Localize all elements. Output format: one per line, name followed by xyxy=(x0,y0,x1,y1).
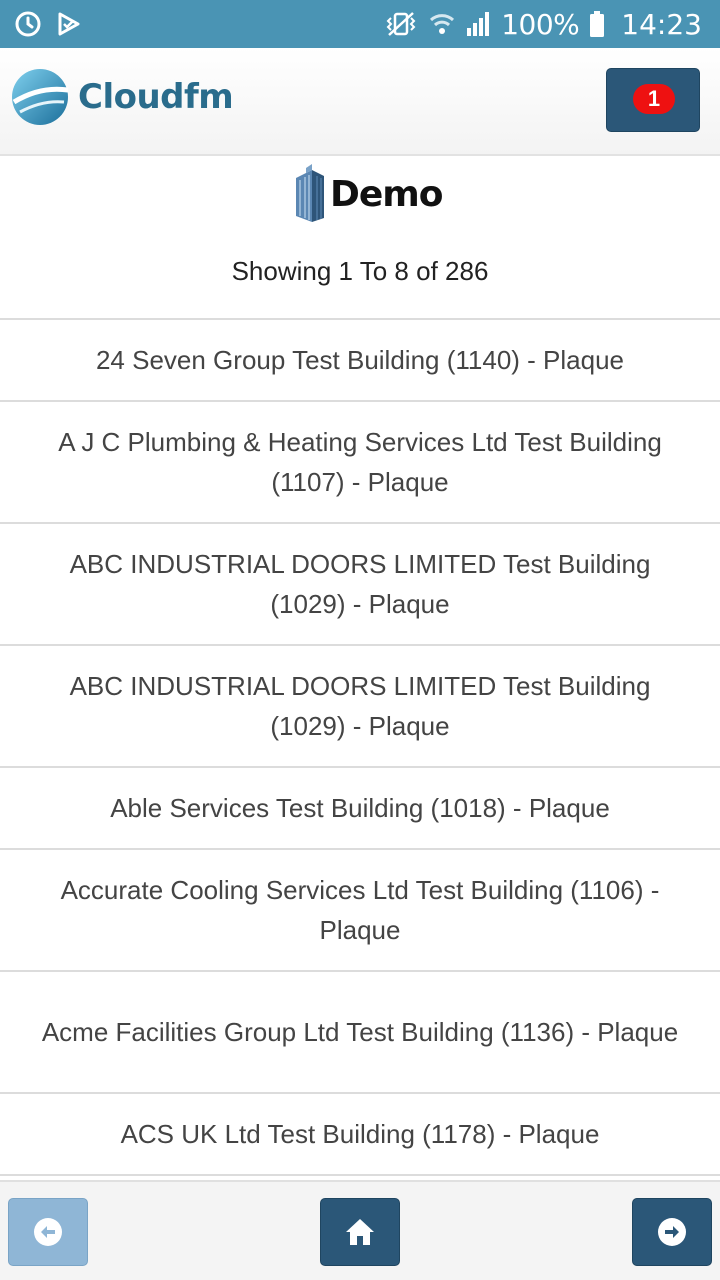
arrow-left-circle-icon xyxy=(34,1218,62,1246)
building-icon xyxy=(296,164,324,222)
app-header: Cloudfm 1 xyxy=(0,48,720,156)
home-button[interactable] xyxy=(320,1198,400,1266)
list-item[interactable]: Accurate Cooling Services Ltd Test Build… xyxy=(0,850,720,972)
home-icon xyxy=(346,1219,374,1245)
list-item[interactable]: ACS UK Ltd Test Building (1178) - Plaque xyxy=(0,1094,720,1176)
arrow-right-circle-icon xyxy=(658,1218,686,1246)
pagination-summary: Showing 1 To 8 of 286 xyxy=(231,256,489,286)
bottom-navigation xyxy=(0,1180,720,1280)
organisation-brand: Demo xyxy=(292,164,444,224)
next-page-button[interactable] xyxy=(632,1198,712,1266)
list-item[interactable]: A J C Plumbing & Heating Services Ltd Te… xyxy=(0,402,720,524)
cloud-globe-icon xyxy=(12,69,69,125)
list-item[interactable]: Acme Facilities Group Ltd Test Building … xyxy=(0,972,720,1094)
list-item[interactable]: ABC INDUSTRIAL DOORS LIMITED Test Buildi… xyxy=(0,524,720,646)
organisation-header: Demo Showing 1 To 8 of 286 xyxy=(0,156,720,320)
list-item[interactable]: ABC INDUSTRIAL DOORS LIMITED Test Buildi… xyxy=(0,646,720,768)
signal-icon xyxy=(467,12,490,36)
building-list: 24 Seven Group Test Building (1140) - Pl… xyxy=(0,320,720,1176)
notification-count-badge: 1 xyxy=(633,84,675,114)
status-bar: 100% 14:23 xyxy=(0,0,720,48)
vibrate-icon xyxy=(386,12,416,36)
previous-page-button[interactable] xyxy=(8,1198,88,1266)
check-flag-icon xyxy=(58,12,80,36)
battery-percent: 100% xyxy=(501,7,580,41)
sync-icon xyxy=(15,11,41,37)
wifi-icon xyxy=(430,14,455,34)
brand-name: Cloudfm xyxy=(78,77,234,117)
clock: 14:23 xyxy=(621,7,702,41)
status-bar-right: 100% 14:23 xyxy=(383,6,702,42)
status-bar-left xyxy=(14,8,82,40)
cloudfm-logo[interactable]: Cloudfm xyxy=(10,66,234,128)
list-item[interactable]: 24 Seven Group Test Building (1140) - Pl… xyxy=(0,320,720,402)
battery-icon xyxy=(590,11,605,37)
notifications-button[interactable]: 1 xyxy=(606,68,700,132)
organisation-name: Demo xyxy=(330,173,444,215)
list-item[interactable]: Able Services Test Building (1018) - Pla… xyxy=(0,768,720,850)
